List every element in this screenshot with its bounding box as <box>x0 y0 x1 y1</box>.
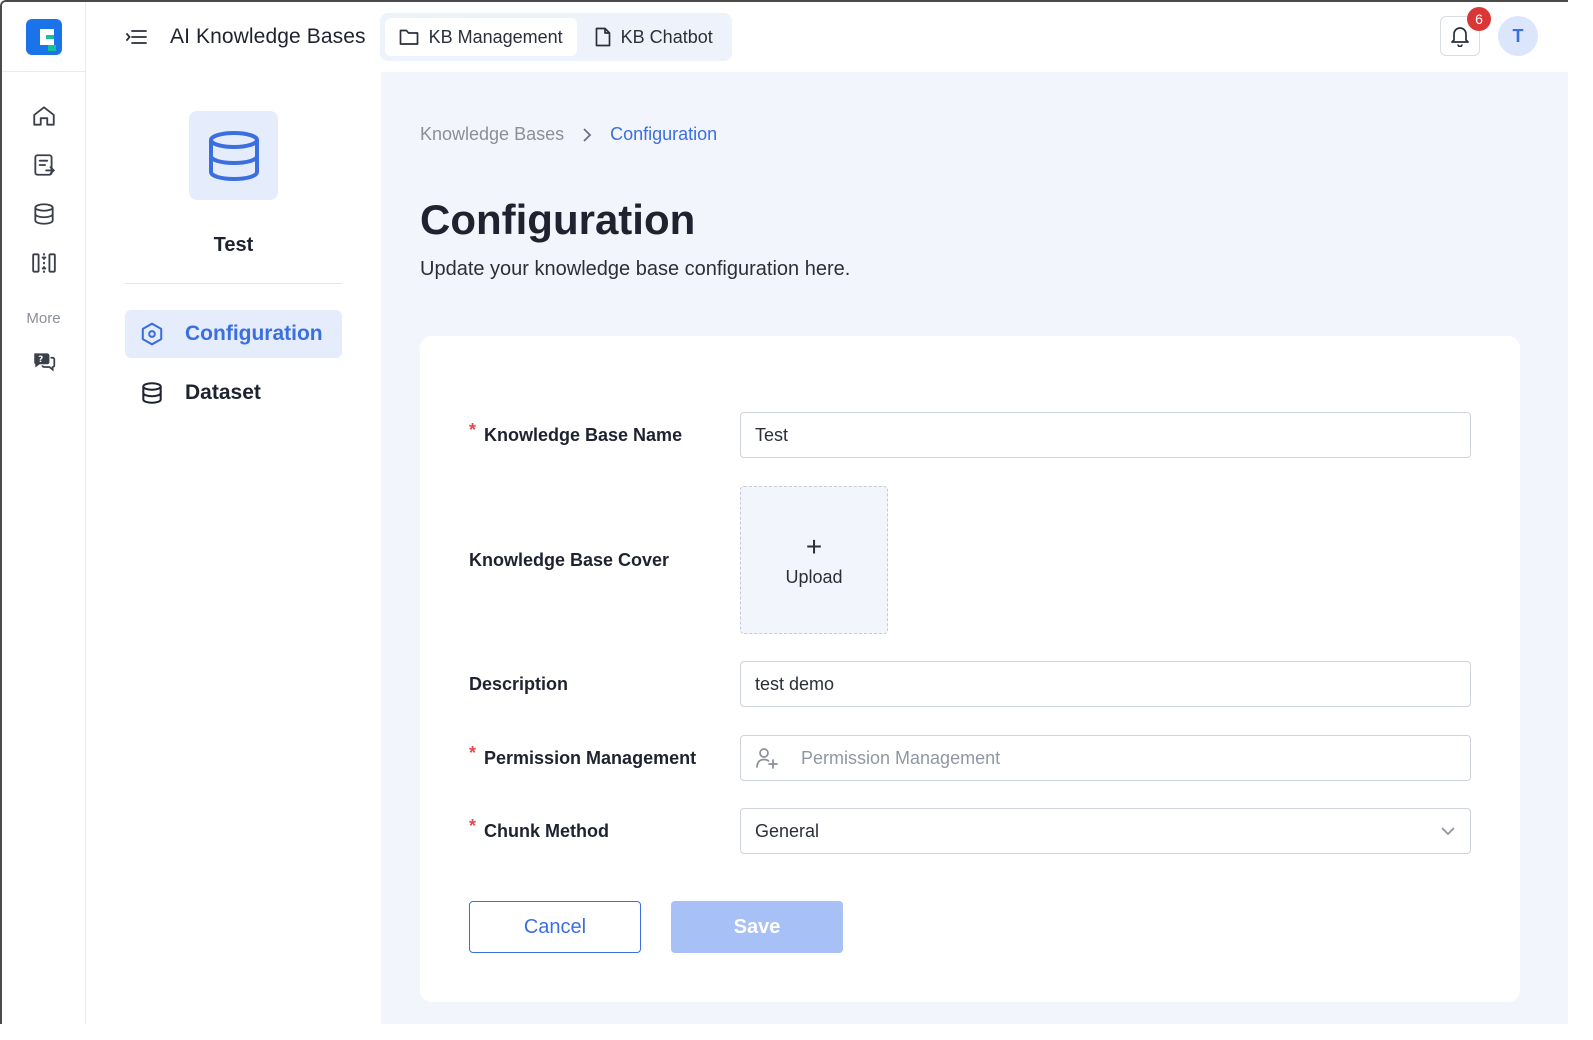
app-logo[interactable] <box>2 2 85 72</box>
page-title: Configuration <box>420 196 696 243</box>
svg-text:?: ? <box>38 355 43 365</box>
user-avatar[interactable]: T <box>1498 16 1538 56</box>
required-mark: * <box>469 419 477 440</box>
header-tabs: KB Management KB Chatbot <box>379 13 732 61</box>
permission-select[interactable]: Permission Management <box>740 735 1471 781</box>
cover-label: Knowledge Base Cover <box>469 549 670 570</box>
main-content: Knowledge Bases Configuration Configurat… <box>381 72 1568 1024</box>
document-icon <box>595 27 611 47</box>
top-header: AI Knowledge Bases KB Management KB Chat… <box>86 2 1568 72</box>
breadcrumb-knowledge-bases[interactable]: Knowledge Bases <box>420 124 564 145</box>
menu-toggle-icon[interactable] <box>122 22 152 52</box>
kb-nav-label: Dataset <box>185 381 261 404</box>
form-row-chunk-method: * Chunk Method General <box>469 808 1471 854</box>
save-button[interactable]: Save <box>671 901 843 953</box>
permission-placeholder: Permission Management <box>801 747 1001 768</box>
cancel-button[interactable]: Cancel <box>469 901 641 953</box>
database-icon[interactable] <box>24 194 64 234</box>
required-mark: * <box>469 815 477 836</box>
name-label: Knowledge Base Name <box>484 424 683 445</box>
config-form-card: * Knowledge Base Name Test Knowledge Bas… <box>420 336 1520 1002</box>
database-icon <box>142 382 162 404</box>
bell-icon <box>1451 27 1469 47</box>
page-subtitle: Update your knowledge base configuration… <box>420 258 851 280</box>
required-mark: * <box>469 742 477 763</box>
kb-cover-image <box>189 111 278 200</box>
form-row-description: Description test demo <box>469 661 1471 707</box>
plus-icon: + <box>805 530 823 562</box>
chevron-right-icon <box>583 127 592 142</box>
folder-icon <box>399 29 418 45</box>
cover-upload-button[interactable]: + Upload <box>740 486 888 634</box>
description-input[interactable]: test demo <box>740 661 1471 707</box>
notifications-button[interactable]: 6 <box>1440 7 1491 56</box>
layout-columns-icon[interactable] <box>24 243 64 283</box>
description-value: test demo <box>755 673 835 694</box>
kb-name: Test <box>213 234 254 256</box>
chunk-method-select[interactable]: General <box>740 808 1471 854</box>
chunk-value: General <box>755 820 820 841</box>
help-chat-icon[interactable]: ? <box>24 341 64 381</box>
app-window: More ? AI Knowledge Bases KB Management … <box>0 0 1568 1024</box>
kb-name-input[interactable]: Test <box>740 412 1471 458</box>
breadcrumb-configuration: Configuration <box>610 124 718 144</box>
form-row-name: * Knowledge Base Name Test <box>469 412 1471 458</box>
tab-label: KB Chatbot <box>620 26 713 47</box>
logo-icon <box>25 18 62 55</box>
chunk-label: Chunk Method <box>484 820 609 841</box>
description-label: Description <box>469 673 569 694</box>
left-rail: More ? <box>2 2 86 1024</box>
app-title: AI Knowledge Bases <box>170 25 366 48</box>
tab-kb-chatbot[interactable]: KB Chatbot <box>581 18 727 56</box>
notification-badge: 6 <box>1467 7 1491 31</box>
form-row-cover: Knowledge Base Cover + Upload <box>469 486 1471 634</box>
tab-kb-management[interactable]: KB Management <box>384 18 577 56</box>
user-add-icon <box>756 748 778 769</box>
rail-more-label: More <box>26 310 61 327</box>
home-icon[interactable] <box>24 96 64 136</box>
database-icon <box>208 130 259 181</box>
tab-label: KB Management <box>428 26 563 47</box>
chevron-down-icon <box>1441 827 1455 836</box>
document-export-icon[interactable] <box>24 145 64 185</box>
kb-nav-dataset[interactable]: Dataset <box>125 369 342 417</box>
kb-name-value: Test <box>755 424 789 445</box>
divider <box>125 283 342 284</box>
kb-nav: Configuration Dataset <box>125 310 342 428</box>
upload-label: Upload <box>785 566 843 587</box>
breadcrumb: Knowledge Bases Configuration <box>420 124 717 145</box>
settings-hex-icon <box>141 322 163 346</box>
form-row-permission: * Permission Management Permission Manag… <box>469 735 1471 781</box>
kb-nav-configuration[interactable]: Configuration <box>125 310 342 358</box>
permission-label: Permission Management <box>484 747 697 768</box>
kb-nav-label: Configuration <box>185 322 323 345</box>
kb-sidebar: Test Configuration Dataset <box>86 72 381 1024</box>
